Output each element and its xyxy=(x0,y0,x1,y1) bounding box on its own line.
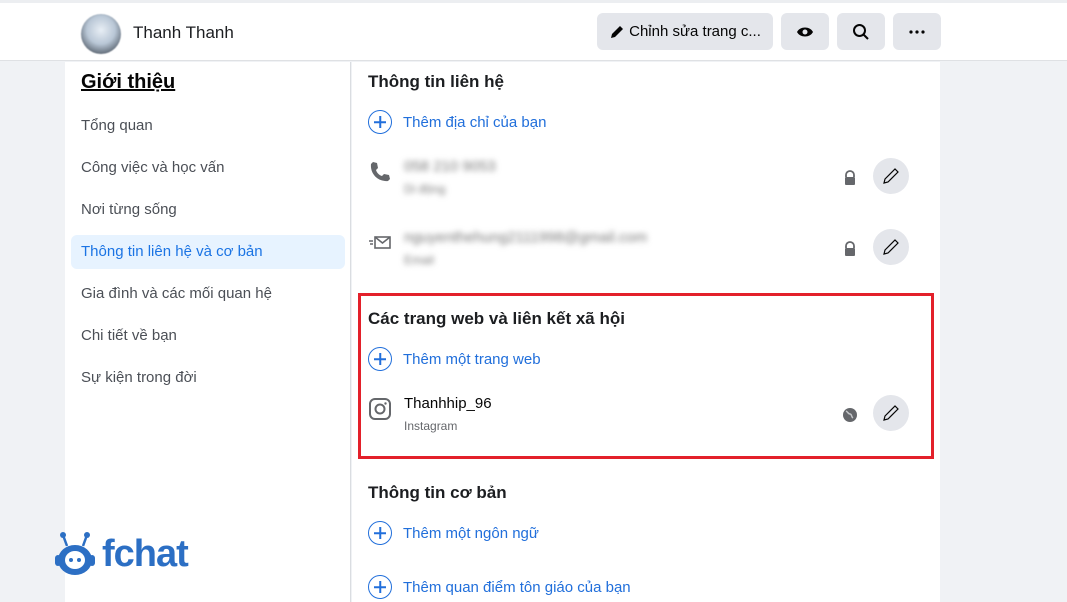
add-religion-button[interactable]: Thêm quan điểm tôn giáo của bạn xyxy=(368,575,631,599)
phone-value: 058 210 9053 xyxy=(404,158,496,175)
plus-icon xyxy=(368,575,392,599)
email-icon xyxy=(369,236,391,249)
phone-row: 058 210 9053 Di động xyxy=(368,158,928,202)
search-button[interactable] xyxy=(837,13,885,50)
plus-icon xyxy=(368,110,392,134)
edit-phone-button[interactable] xyxy=(873,158,909,194)
highlight-box xyxy=(358,293,934,459)
add-religion-label: Thêm quan điểm tôn giáo của bạn xyxy=(403,578,631,596)
sidebar-item-family[interactable]: Gia đình và các mối quan hệ xyxy=(71,277,345,311)
sidebar-item-life-events[interactable]: Sự kiện trong đời xyxy=(71,361,345,395)
pencil-icon xyxy=(883,168,899,184)
add-language-label: Thêm một ngôn ngữ xyxy=(403,524,539,542)
sidebar-item-contact-basic[interactable]: Thông tin liên hệ và cơ bản xyxy=(71,235,345,269)
add-address-label: Thêm địa chỉ của bạn xyxy=(403,113,547,131)
plus-icon xyxy=(368,521,392,545)
pencil-icon xyxy=(883,239,899,255)
lock-icon[interactable] xyxy=(842,241,858,257)
search-icon xyxy=(853,23,869,40)
sidebar-title[interactable]: Giới thiệu xyxy=(81,71,175,94)
fchat-watermark: fchat xyxy=(54,530,189,578)
view-as-button[interactable] xyxy=(781,13,829,50)
email-value: nguyenthehung2111998@gmail.com xyxy=(404,229,648,246)
phone-type: Di động xyxy=(404,182,446,196)
email-type: Email xyxy=(404,253,435,267)
avatar[interactable] xyxy=(81,14,121,54)
sidebar-item-work-education[interactable]: Công việc và học vấn xyxy=(71,151,345,185)
more-icon xyxy=(909,29,925,34)
email-row: nguyenthehung2111998@gmail.com Email xyxy=(368,229,928,273)
add-address-button[interactable]: Thêm địa chỉ của bạn xyxy=(368,110,546,134)
contact-info-heading: Thông tin liên hệ xyxy=(368,72,504,91)
sidebar-item-overview[interactable]: Tổng quan xyxy=(71,109,345,143)
about-sidebar: Giới thiệu Tổng quan Công việc và học vấ… xyxy=(65,62,351,602)
edit-email-button[interactable] xyxy=(873,229,909,265)
lock-icon[interactable] xyxy=(842,170,858,186)
edit-profile-label: Chỉnh sửa trang c... xyxy=(629,23,761,40)
basic-info-heading: Thông tin cơ bản xyxy=(368,483,507,502)
edit-profile-button[interactable]: Chỉnh sửa trang c... xyxy=(597,13,773,50)
fchat-robot-icon xyxy=(55,532,95,575)
more-button[interactable] xyxy=(893,13,941,50)
sidebar-item-details[interactable]: Chi tiết về bạn xyxy=(71,319,345,353)
profile-name[interactable]: Thanh Thanh xyxy=(133,23,234,43)
eye-icon xyxy=(797,27,813,36)
pencil-icon xyxy=(611,25,624,38)
profile-header: Thanh Thanh Chỉnh sửa trang c... xyxy=(0,0,1067,61)
fchat-logo-text: fchat xyxy=(102,532,189,575)
sidebar-item-places-lived[interactable]: Nơi từng sống xyxy=(71,193,345,227)
add-language-button[interactable]: Thêm một ngôn ngữ xyxy=(368,521,539,545)
phone-icon xyxy=(370,162,390,182)
